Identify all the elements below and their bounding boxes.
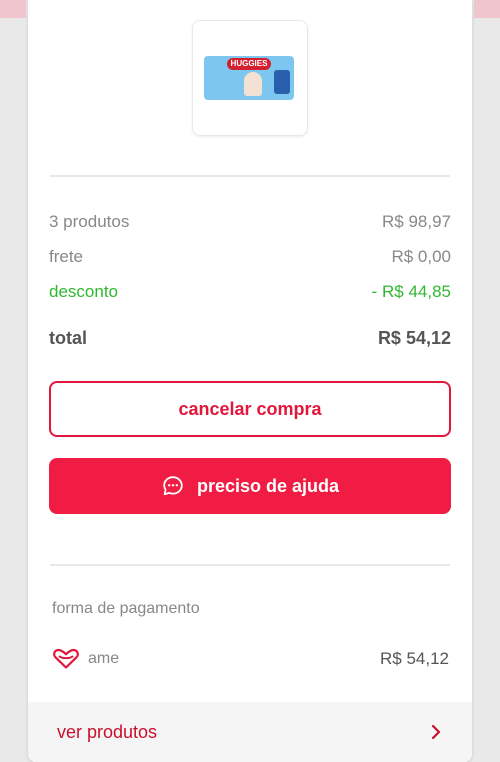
divider — [50, 175, 450, 177]
items-value: R$ 98,97 — [382, 212, 451, 231]
cancel-purchase-label: cancelar compra — [178, 398, 322, 419]
payment-method-name: ame — [88, 650, 120, 667]
view-products-button[interactable]: ver produtos — [28, 702, 472, 762]
order-card: HUGGIES 3 produtos R$ 98,97 frete R$ 0,0… — [28, 0, 472, 762]
total-value: R$ 54,12 — [377, 327, 451, 348]
total-label: total — [49, 327, 87, 348]
summary-items-row: 3 produtos R$ 98,97 — [49, 210, 451, 234]
shipping-label: frete — [49, 247, 84, 266]
summary-shipping-row: frete R$ 0,00 — [49, 245, 451, 269]
payment-amount: R$ 54,12 — [380, 649, 449, 668]
summary-discount-row: desconto - R$ 44,85 — [49, 280, 451, 304]
shipping-value: R$ 0,00 — [391, 247, 451, 266]
background-accent-right — [474, 0, 500, 18]
discount-value: - R$ 44,85 — [371, 282, 451, 301]
ame-heart-icon — [53, 648, 79, 669]
discount-label: desconto — [49, 282, 118, 301]
view-products-label: ver produtos — [57, 721, 158, 742]
help-label: preciso de ajuda — [196, 475, 340, 496]
items-label: 3 produtos — [49, 212, 130, 231]
divider — [50, 564, 450, 566]
product-image: HUGGIES — [204, 56, 294, 100]
summary-total-row: total R$ 54,12 — [49, 326, 451, 350]
product-brand-logo: HUGGIES — [227, 58, 271, 70]
payment-section-label: forma de pagamento — [52, 600, 200, 617]
chat-bubble-icon — [163, 476, 183, 496]
background-accent-left — [0, 0, 26, 18]
help-button[interactable]: preciso de ajuda — [49, 458, 451, 514]
product-thumbnail[interactable]: HUGGIES — [192, 20, 308, 136]
payment-method-row: ame R$ 54,12 — [52, 646, 449, 672]
chevron-right-icon — [431, 724, 441, 740]
cancel-purchase-button[interactable]: cancelar compra — [49, 381, 451, 437]
